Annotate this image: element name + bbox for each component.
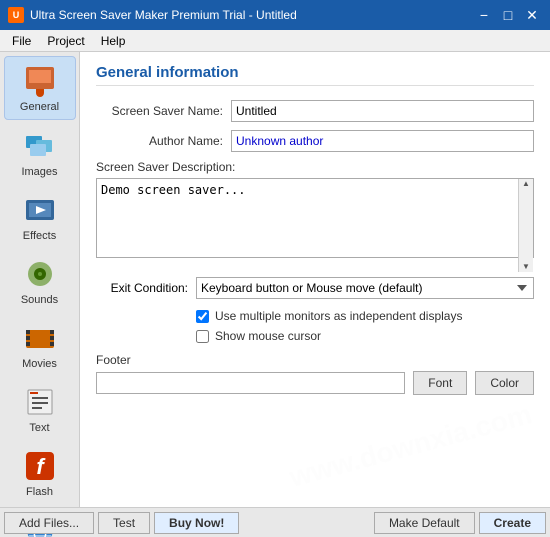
sidebar-item-effects[interactable]: Effects [4,186,76,248]
description-textarea[interactable]: Demo screen saver... [96,178,534,258]
sidebar-label-general: General [20,101,59,113]
movies-icon [22,320,58,356]
general-icon [22,63,58,99]
sidebar-label-flash: Flash [26,486,53,498]
maximize-button[interactable]: □ [498,5,518,25]
images-icon [22,128,58,164]
exit-condition-select[interactable]: Keyboard button or Mouse move (default) … [196,277,534,299]
sidebar-label-text: Text [29,422,49,434]
exit-condition-label: Exit Condition: [96,281,196,295]
menu-project[interactable]: Project [39,32,92,50]
buy-now-button[interactable]: Buy Now! [154,512,239,534]
footer-section: Footer Font Color [96,353,534,395]
color-button[interactable]: Color [475,371,534,395]
flash-icon: f [22,448,58,484]
multiple-monitors-row: Use multiple monitors as independent dis… [196,309,534,323]
font-button[interactable]: Font [413,371,467,395]
sidebar-label-sounds: Sounds [21,294,58,306]
sidebar: General Images [0,52,80,507]
sidebar-item-flash[interactable]: f Flash [4,442,76,504]
footer-label: Footer [96,353,534,367]
bottom-bar: Add Files... Test Buy Now! Make Default … [0,507,550,537]
sidebar-label-effects: Effects [23,230,56,242]
multiple-monitors-label: Use multiple monitors as independent dis… [215,309,462,323]
content-area: General information Screen Saver Name: A… [80,52,550,507]
author-name-row: Author Name: [96,130,534,152]
show-mouse-cursor-label: Show mouse cursor [215,329,321,343]
menu-file[interactable]: File [4,32,39,50]
sidebar-label-movies: Movies [22,358,57,370]
menu-help[interactable]: Help [93,32,134,50]
sidebar-item-images[interactable]: Images [4,122,76,184]
multiple-monitors-checkbox[interactable] [196,310,209,323]
exit-condition-row: Exit Condition: Keyboard button or Mouse… [96,277,534,299]
text-icon [22,384,58,420]
sidebar-item-general[interactable]: General [4,56,76,120]
scrollbar[interactable]: ▲ ▼ [518,179,533,272]
window-title: Ultra Screen Saver Maker Premium Trial -… [30,8,297,22]
sidebar-item-movies[interactable]: Movies [4,314,76,376]
sounds-icon [22,256,58,292]
author-name-label: Author Name: [96,134,231,148]
footer-row: Font Color [96,371,534,395]
screen-saver-name-input[interactable] [231,100,534,122]
section-title: General information [96,64,534,86]
make-default-button[interactable]: Make Default [374,512,475,534]
effects-icon [22,192,58,228]
close-button[interactable]: ✕ [522,5,542,25]
show-mouse-cursor-row: Show mouse cursor [196,329,534,343]
test-button[interactable]: Test [98,512,150,534]
author-name-input[interactable] [231,130,534,152]
description-label: Screen Saver Description: [96,160,534,174]
screen-saver-name-row: Screen Saver Name: [96,100,534,122]
footer-input[interactable] [96,372,405,394]
sidebar-label-images: Images [21,166,57,178]
screen-saver-name-label: Screen Saver Name: [96,104,231,118]
app-icon: U [8,7,24,23]
add-files-button[interactable]: Add Files... [4,512,94,534]
sidebar-item-text[interactable]: Text [4,378,76,440]
sidebar-item-sounds[interactable]: Sounds [4,250,76,312]
minimize-button[interactable]: − [474,5,494,25]
menu-bar: File Project Help [0,30,550,52]
create-button[interactable]: Create [479,512,546,534]
title-bar: U Ultra Screen Saver Maker Premium Trial… [0,0,550,30]
show-mouse-cursor-checkbox[interactable] [196,330,209,343]
